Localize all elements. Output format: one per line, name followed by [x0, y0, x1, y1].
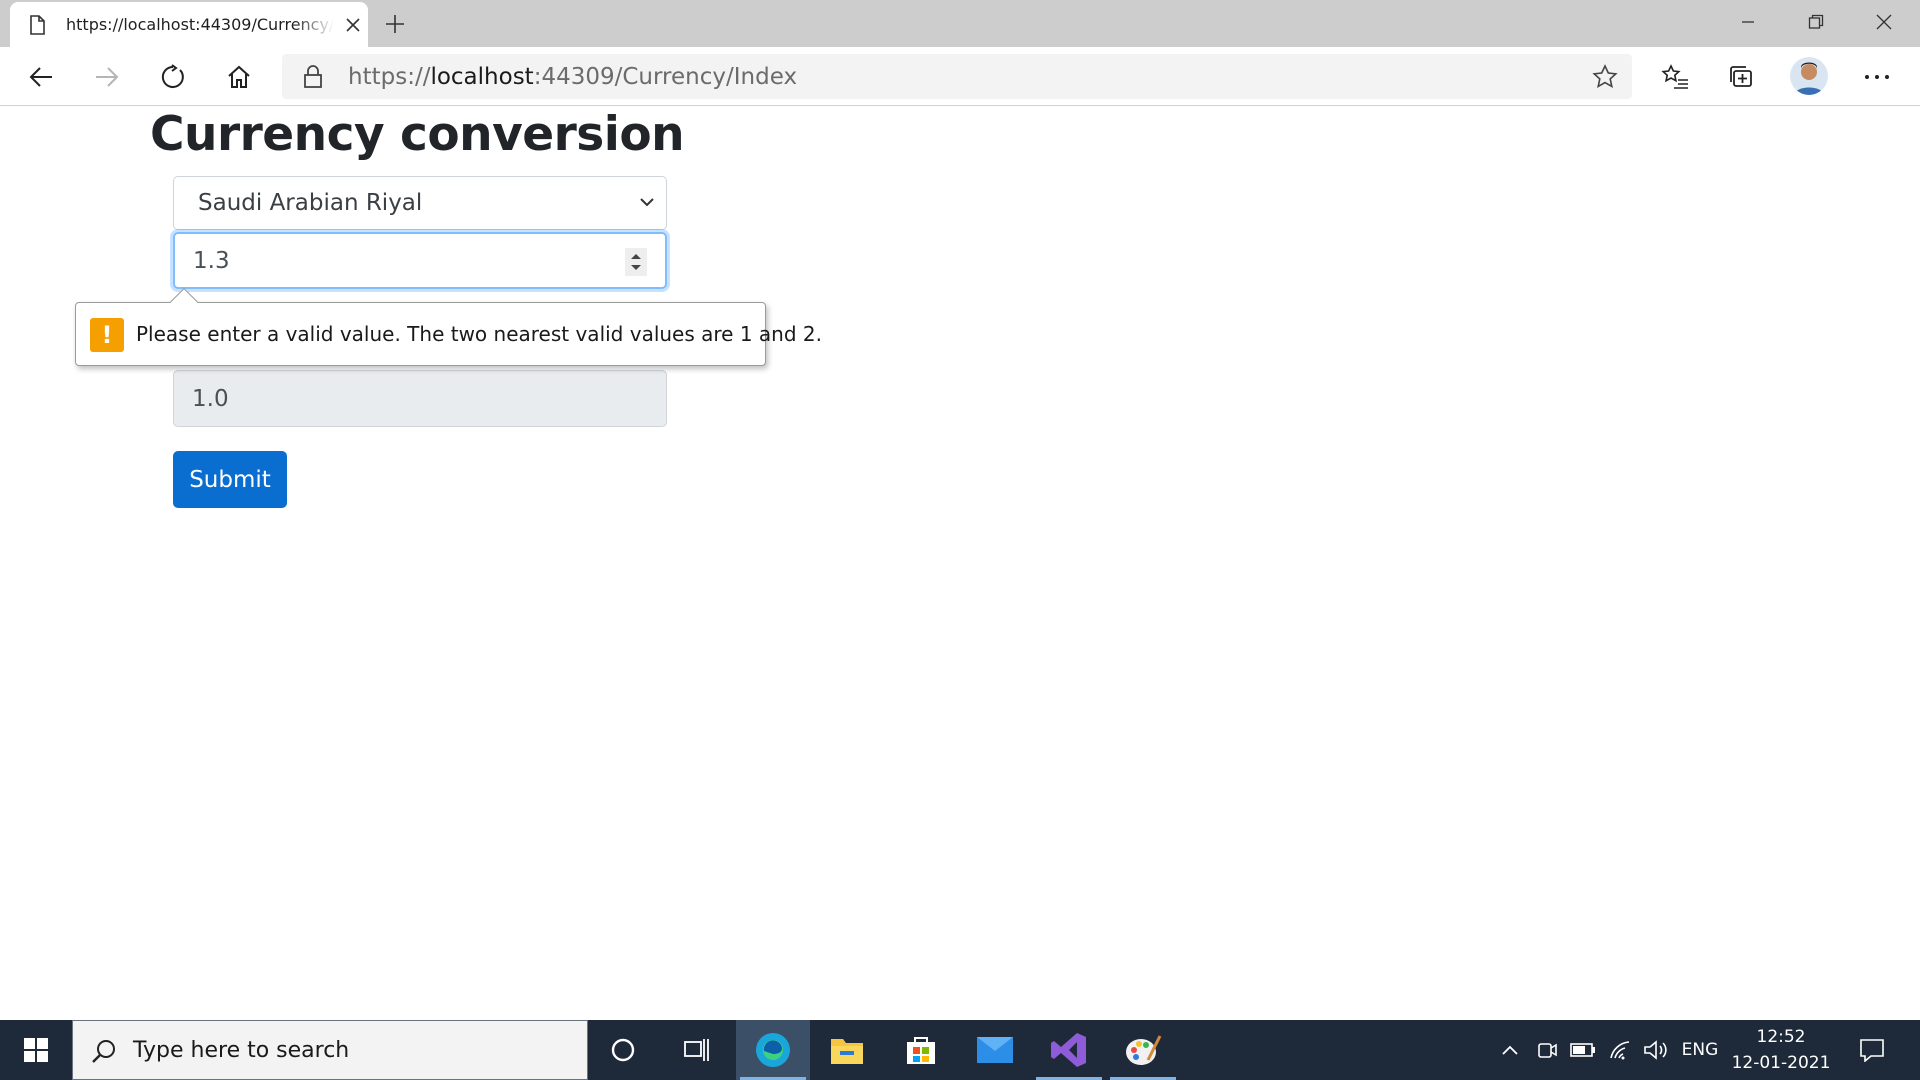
refresh-icon[interactable]	[152, 56, 194, 98]
restore-icon[interactable]	[1782, 0, 1850, 44]
edge-icon[interactable]	[736, 1020, 810, 1080]
visual-studio-icon[interactable]	[1032, 1020, 1106, 1080]
url-path: :44309/Currency/Index	[533, 64, 798, 90]
lock-icon[interactable]	[302, 65, 324, 88]
clock[interactable]: 12:52 12-01-2021	[1726, 1024, 1836, 1076]
new-tab-icon[interactable]	[380, 9, 410, 39]
meet-now-icon[interactable]	[1532, 1020, 1562, 1080]
close-window-icon[interactable]	[1850, 0, 1918, 44]
cortana-icon[interactable]	[586, 1020, 660, 1080]
validation-tooltip: ! Please enter a valid value. The two ne…	[75, 287, 822, 366]
browser-tab[interactable]: https://localhost:44309/Currency/Index	[10, 2, 368, 47]
browser-toolbar: https://localhost:44309/Currency/Index	[0, 47, 1920, 106]
browser-tab-bar: https://localhost:44309/Currency/Index	[0, 0, 1920, 47]
number-spinner[interactable]	[625, 248, 647, 276]
chevron-down-icon	[636, 191, 658, 213]
search-icon	[91, 1038, 117, 1064]
minimize-icon[interactable]	[1714, 0, 1782, 44]
volume-icon[interactable]	[1640, 1020, 1672, 1080]
warning-icon: !	[90, 318, 124, 352]
more-menu-icon[interactable]	[1856, 56, 1898, 98]
language-text: ENG	[1681, 1040, 1719, 1060]
wifi-icon[interactable]	[1606, 1020, 1636, 1080]
tooltip-arrow	[169, 287, 199, 317]
amount-input-value: 1.3	[193, 248, 230, 274]
language-indicator[interactable]: ENG	[1680, 1020, 1720, 1080]
chevron-up-icon[interactable]	[1496, 1020, 1524, 1080]
store-icon[interactable]	[884, 1020, 958, 1080]
currency-select-value: Saudi Arabian Riyal	[198, 190, 423, 216]
clock-time: 12:52	[1756, 1027, 1806, 1047]
search-placeholder: Type here to search	[133, 1038, 350, 1063]
profile-avatar[interactable]	[1790, 57, 1828, 95]
notification-icon[interactable]	[1852, 1020, 1892, 1080]
battery-icon[interactable]	[1568, 1020, 1598, 1080]
url-scheme: https://	[348, 64, 431, 90]
clock-date: 12-01-2021	[1731, 1053, 1831, 1073]
validation-message: Please enter a valid value. The two near…	[136, 322, 822, 346]
favorite-star-icon[interactable]	[1592, 64, 1618, 90]
file-explorer-icon[interactable]	[810, 1020, 884, 1080]
windows-start-icon[interactable]	[0, 1020, 72, 1080]
taskbar: Type here to search ENG 12:52 12-01-2021	[0, 1020, 1920, 1080]
address-bar[interactable]: https://localhost:44309/Currency/Index	[282, 54, 1632, 99]
converted-amount-field: 1.0	[173, 370, 667, 427]
mail-icon[interactable]	[958, 1020, 1032, 1080]
currency-select[interactable]: Saudi Arabian Riyal	[173, 176, 667, 230]
forward-arrow-icon	[86, 56, 128, 98]
page-icon	[26, 14, 48, 36]
task-view-icon[interactable]	[660, 1020, 734, 1080]
page-title: Currency conversion	[150, 107, 685, 162]
collections-icon[interactable]	[1720, 56, 1762, 98]
favorites-list-icon[interactable]	[1654, 56, 1696, 98]
back-arrow-icon[interactable]	[20, 56, 62, 98]
submit-button[interactable]: Submit	[173, 451, 287, 508]
url-host: localhost	[430, 64, 534, 90]
tab-title: https://localhost:44309/Currency/Index	[66, 15, 334, 34]
home-icon[interactable]	[218, 56, 260, 98]
converted-amount-value: 1.0	[192, 386, 229, 412]
taskbar-search[interactable]: Type here to search	[72, 1020, 588, 1080]
close-tab-icon[interactable]	[342, 14, 364, 36]
url-text[interactable]: https://localhost:44309/Currency/Index	[348, 64, 797, 90]
amount-input[interactable]: 1.3	[173, 232, 667, 289]
paint-icon[interactable]	[1106, 1020, 1180, 1080]
